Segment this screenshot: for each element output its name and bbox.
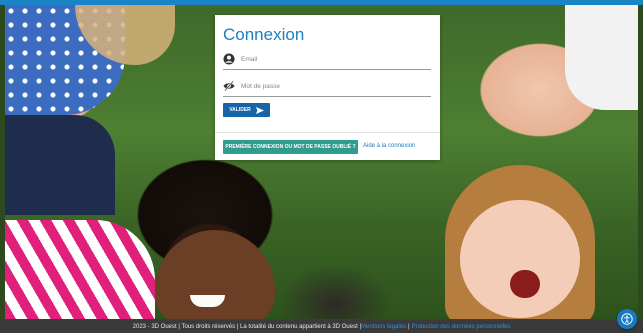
eye-slash-icon — [223, 80, 235, 92]
email-field — [223, 51, 431, 70]
password-input[interactable] — [241, 79, 429, 93]
footer-separator: | — [408, 323, 410, 330]
password-field — [223, 78, 431, 97]
validate-button-label: VALIDER — [229, 107, 251, 113]
accessibility-button[interactable] — [617, 309, 637, 329]
user-circle-icon — [223, 53, 235, 65]
card-divider — [215, 132, 440, 133]
first-login-button[interactable]: PREMIÈRE CONNEXION OU MOT DE PASSE OUBLI… — [223, 140, 358, 154]
email-input[interactable] — [241, 52, 429, 66]
privacy-link[interactable]: Protection des données personnelles — [412, 324, 511, 330]
validate-button[interactable]: VALIDER — [223, 103, 270, 117]
footer: 2023 - 3D Ouest | Tous droits réservés |… — [0, 320, 643, 333]
accessibility-icon — [621, 313, 633, 325]
login-help-link[interactable]: Aide à la connexion — [363, 143, 415, 149]
footer-copyright: 2023 - 3D Ouest | Tous droits réservés |… — [132, 323, 362, 330]
send-arrow-icon — [255, 106, 264, 114]
legal-notice-link[interactable]: Mentions légales — [361, 324, 406, 330]
login-title: Connexion — [223, 25, 305, 44]
login-card: Connexion VALIDER PREMIÈRE CONNEXION OU … — [215, 15, 440, 160]
